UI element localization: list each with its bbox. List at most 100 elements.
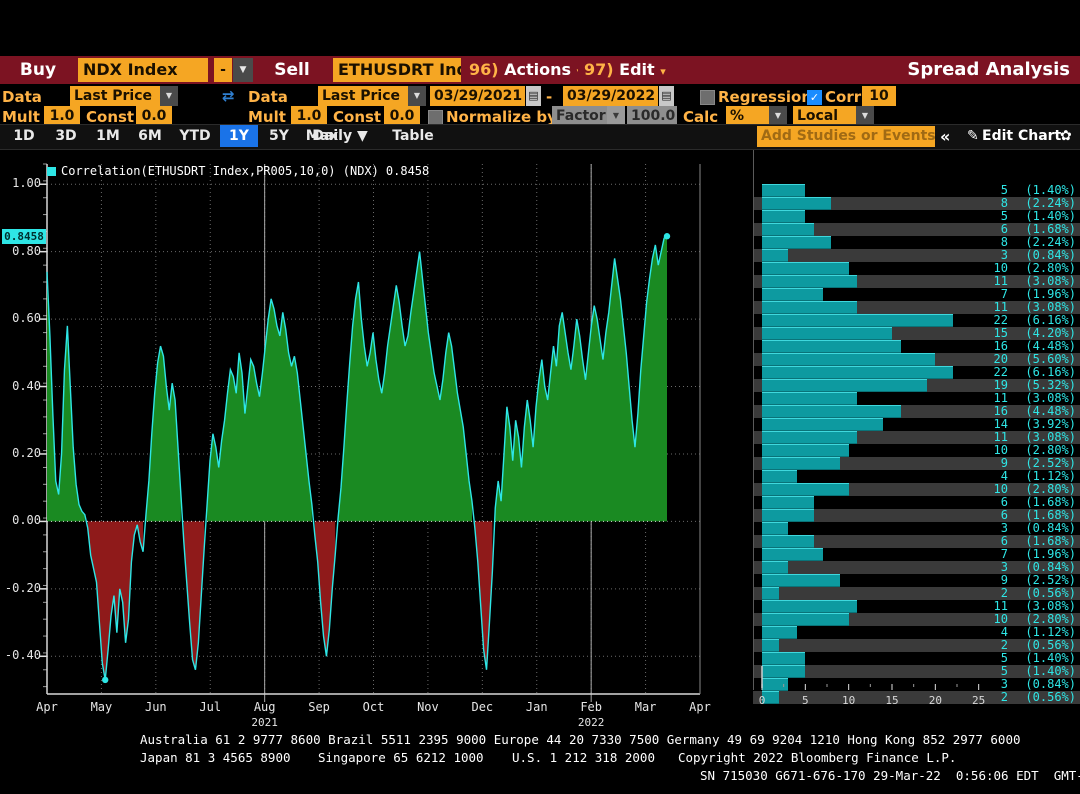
x-axis-tick-label: Apr <box>678 700 722 714</box>
histogram-bar[interactable] <box>762 613 849 626</box>
period-button-1m[interactable]: 1M <box>88 125 128 147</box>
period-button-1d[interactable]: 1D <box>4 125 44 147</box>
histogram-bar[interactable] <box>762 210 805 223</box>
chart-canvas <box>0 150 745 730</box>
mult-value-left[interactable]: 1.0 <box>44 106 80 126</box>
start-date-calendar-icon[interactable]: ▤ <box>526 86 541 106</box>
period-button-6m[interactable]: 6M <box>130 125 170 147</box>
end-date-calendar-icon[interactable]: ▤ <box>659 86 674 106</box>
buy-button[interactable]: Buy <box>0 56 76 84</box>
histogram-bar[interactable] <box>762 340 901 353</box>
histogram-bar[interactable] <box>762 275 857 288</box>
corr-checkbox[interactable]: ✓ <box>807 90 822 105</box>
sell-ticker-input[interactable]: ETHUSDRT Inde <box>333 58 461 82</box>
bloomberg-spread-analysis-screen: Buy NDX Index - ▼ Sell ETHUSDRT Inde 96)… <box>0 0 1080 794</box>
swap-icon[interactable]: ⇄ <box>222 86 235 106</box>
histogram-bar[interactable] <box>762 496 814 509</box>
calc-mode-dropdown-icon[interactable]: ▼ <box>769 106 787 126</box>
normalize-checkbox[interactable] <box>428 110 443 125</box>
y-axis-tick-label: -0.40 <box>0 648 41 662</box>
histogram-bar[interactable] <box>762 353 935 366</box>
histogram-bar[interactable] <box>762 236 831 249</box>
histogram-axis-tick-label: 10 <box>837 694 861 707</box>
minus-button[interactable]: - <box>214 58 232 82</box>
data-right-dropdown-icon[interactable]: ▼ <box>408 86 426 106</box>
normalize-factor-value[interactable]: 100.0 <box>627 106 677 126</box>
histogram-bar[interactable] <box>762 301 857 314</box>
end-date-input[interactable]: 03/29/2022 <box>563 86 658 106</box>
add-studies-input[interactable]: Add Studies or Events <box>757 126 935 147</box>
collapse-panel-icon[interactable]: « <box>940 126 950 147</box>
period-button-3d[interactable]: 3D <box>46 125 86 147</box>
corr-period-input[interactable]: 10 <box>862 86 896 106</box>
histogram-bar[interactable] <box>762 249 788 262</box>
histogram-bar[interactable] <box>762 444 849 457</box>
y-axis-tick-label: 0.60 <box>0 311 41 325</box>
histogram-bar[interactable] <box>762 288 823 301</box>
buy-ticker-input[interactable]: NDX Index <box>78 58 208 82</box>
histogram-bar[interactable] <box>762 483 849 496</box>
data-value-left[interactable]: Last Price <box>70 86 165 106</box>
edit-menu-button[interactable]: 97) Edit ▾ <box>578 56 672 84</box>
histogram-bar[interactable] <box>762 639 779 652</box>
histogram-bar[interactable] <box>762 262 849 275</box>
histogram-bar[interactable] <box>762 600 857 613</box>
histogram-bar[interactable] <box>762 379 927 392</box>
gear-icon[interactable]: ✿ <box>1060 126 1072 147</box>
x-axis-tick-label: Jun <box>134 700 178 714</box>
histogram-bar[interactable] <box>762 652 805 665</box>
x-axis-tick-label: Mar <box>624 700 668 714</box>
histogram-bar[interactable] <box>762 548 823 561</box>
frequency-selector[interactable]: Daily ▼ <box>303 125 377 147</box>
edit-chart-button[interactable]: Edit Chart <box>982 126 1061 147</box>
histogram-bar[interactable] <box>762 626 797 639</box>
table-view-button[interactable]: Table <box>383 125 443 147</box>
mult-value-right[interactable]: 1.0 <box>291 106 327 126</box>
histogram-bar[interactable] <box>762 574 840 587</box>
calc-mode-select[interactable]: % <box>726 106 774 126</box>
legend-color-swatch <box>47 167 56 176</box>
sell-button[interactable]: Sell <box>253 56 331 84</box>
currency-select[interactable]: Local <box>793 106 861 126</box>
correlation-chart[interactable]: 1.000.800.600.400.200.00-0.20-0.40 AprMa… <box>0 150 745 730</box>
histogram-bar[interactable] <box>762 223 814 236</box>
const-value-right[interactable]: 0.0 <box>384 106 420 126</box>
const-value-left[interactable]: 0.0 <box>136 106 172 126</box>
histogram-bar[interactable] <box>762 561 788 574</box>
histogram-bar[interactable] <box>762 470 797 483</box>
histogram-bar[interactable] <box>762 535 814 548</box>
histogram-bar[interactable] <box>762 314 953 327</box>
x-axis-tick-label: Jan <box>515 700 559 714</box>
histogram-bar[interactable] <box>762 405 901 418</box>
edit-label: Edit <box>619 60 655 79</box>
regression-checkbox[interactable] <box>700 90 715 105</box>
currency-dropdown-icon[interactable]: ▼ <box>856 106 874 126</box>
actions-number: 96) <box>469 60 499 79</box>
period-button-ytd[interactable]: YTD <box>172 125 218 147</box>
buy-ticker-dropdown-icon[interactable]: ▼ <box>233 58 253 82</box>
histogram-bar[interactable] <box>762 184 805 197</box>
histogram-bar[interactable] <box>762 366 953 379</box>
distribution-histogram[interactable]: 5(1.40%)8(2.24%)5(1.40%)6(1.68%)8(2.24%)… <box>745 150 1080 730</box>
x-axis-year-label: 2022 <box>569 716 613 729</box>
normalize-factor-select[interactable]: Factor <box>552 106 612 126</box>
normalize-factor-dropdown-icon[interactable]: ▼ <box>607 106 625 126</box>
histogram-bar[interactable] <box>762 431 857 444</box>
period-button-5y[interactable]: 5Y <box>260 125 298 147</box>
histogram-bar[interactable] <box>762 327 892 340</box>
histogram-bar[interactable] <box>762 522 788 535</box>
x-axis-tick-label: Sep <box>297 700 341 714</box>
histogram-bar[interactable] <box>762 197 831 210</box>
histogram-bar[interactable] <box>762 418 883 431</box>
histogram-bar[interactable] <box>762 392 857 405</box>
start-date-input[interactable]: 03/29/2021 <box>430 86 525 106</box>
histogram-bar[interactable] <box>762 587 779 600</box>
histogram-bar[interactable] <box>762 457 840 470</box>
pencil-icon[interactable]: ✎ <box>967 126 979 147</box>
data-left-dropdown-icon[interactable]: ▼ <box>160 86 178 106</box>
footer: Australia 61 2 9777 8600 Brazil 5511 239… <box>0 730 1080 794</box>
data-value-right[interactable]: Last Price <box>318 86 413 106</box>
histogram-bar[interactable] <box>762 509 814 522</box>
actions-menu-button[interactable]: 96) Actions ▾ <box>463 56 588 84</box>
period-button-1y[interactable]: 1Y <box>220 125 258 147</box>
